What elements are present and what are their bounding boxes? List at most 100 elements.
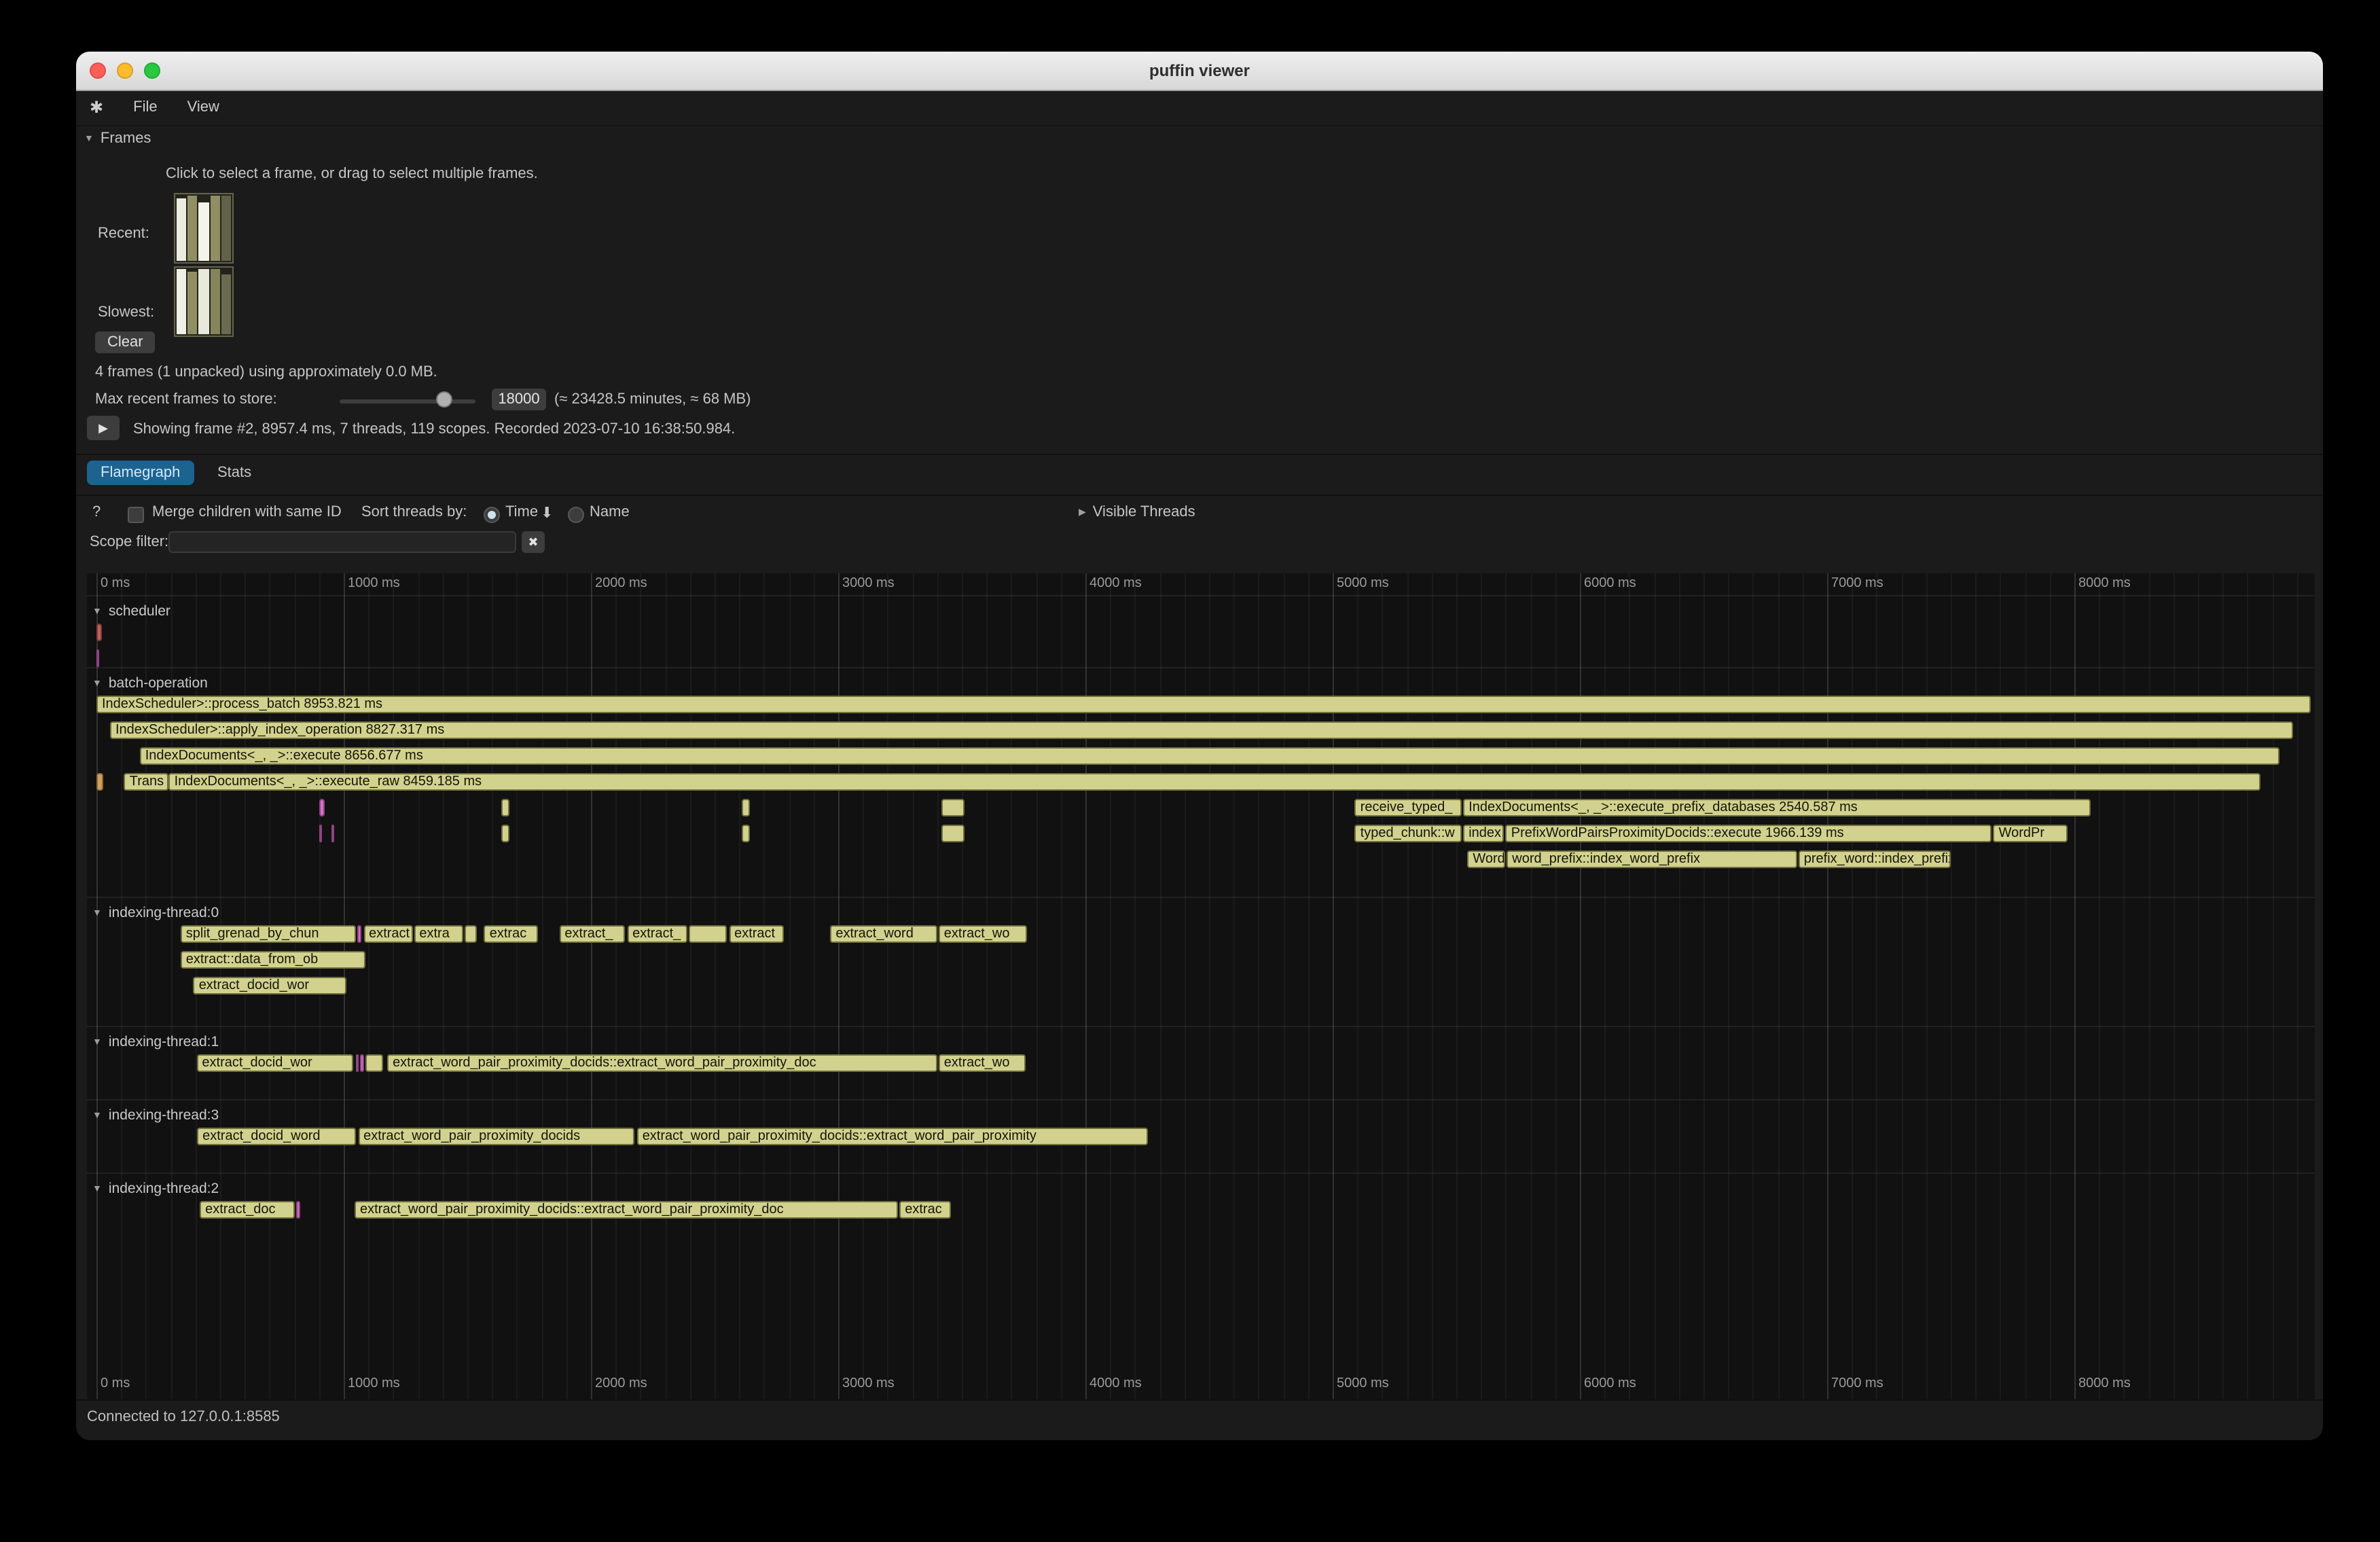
- flamegraph-canvas[interactable]: 0 ms0 ms1000 ms1000 ms2000 ms2000 ms3000…: [87, 573, 2315, 1399]
- scope-bar[interactable]: extract: [363, 925, 412, 943]
- scope-bar[interactable]: [96, 773, 103, 791]
- scope-bar[interactable]: [96, 624, 101, 641]
- scope-bar[interactable]: [742, 825, 750, 842]
- thread-header[interactable]: ▼indexing-thread:3: [92, 1107, 219, 1124]
- visible-threads-toggle[interactable]: ▶ Visible Threads: [1079, 504, 1195, 520]
- merge-children-label[interactable]: Merge children with same ID: [152, 504, 342, 520]
- scope-bar[interactable]: [742, 799, 750, 817]
- scope-bar[interactable]: extrac: [899, 1201, 951, 1219]
- scope-bar[interactable]: [355, 1054, 359, 1072]
- scope-bar[interactable]: IndexDocuments<_, _>::execute_raw 8459.1…: [169, 773, 2260, 791]
- scope-bar[interactable]: [942, 825, 964, 842]
- frame-thumbnail-bar[interactable]: [177, 269, 186, 334]
- sort-direction-icon[interactable]: ⬇: [541, 504, 553, 522]
- scope-bar[interactable]: split_grenad_by_chun: [181, 925, 356, 943]
- menu-file[interactable]: File: [133, 99, 157, 115]
- sort-time-label[interactable]: Time: [505, 504, 538, 520]
- clear-frames-button[interactable]: Clear: [95, 331, 156, 353]
- title-bar[interactable]: puffin viewer: [76, 52, 2323, 91]
- scope-bar[interactable]: [502, 825, 510, 842]
- scope-bar[interactable]: [365, 1054, 383, 1072]
- max-frames-value[interactable]: 18000: [492, 389, 546, 410]
- scope-bar[interactable]: index: [1463, 825, 1504, 842]
- frame-thumbnail-bar[interactable]: [187, 272, 197, 334]
- frames-section-header[interactable]: ▼ Frames: [84, 130, 151, 147]
- theme-toggle-icon[interactable]: ✱: [90, 98, 103, 117]
- radio-sort-name[interactable]: [568, 507, 584, 523]
- scope-bar[interactable]: extract_word_pair_proximity_docids::extr…: [387, 1054, 937, 1072]
- fullscreen-window-button[interactable]: [144, 62, 160, 79]
- frame-thumbnail-bar[interactable]: [210, 196, 219, 261]
- thread-header[interactable]: ▼indexing-thread:2: [92, 1181, 219, 1197]
- scope-bar[interactable]: extract_: [627, 925, 687, 943]
- scope-bar[interactable]: IndexScheduler>::apply_index_operation 8…: [110, 721, 2292, 739]
- frame-thumbnail-bar[interactable]: [199, 202, 209, 261]
- frame-thumbnail-bar[interactable]: [221, 274, 231, 334]
- help-button[interactable]: ?: [92, 504, 101, 520]
- scope-bar[interactable]: [360, 1054, 363, 1072]
- max-frames-slider-knob[interactable]: [436, 391, 452, 408]
- recent-frames-thumbnail[interactable]: [174, 193, 234, 264]
- scope-bar[interactable]: extract_doc: [200, 1201, 294, 1219]
- scope-bar[interactable]: extract_word: [830, 925, 937, 943]
- play-button[interactable]: ▶: [87, 416, 120, 440]
- scope-bar[interactable]: extract_word_pair_proximity_docids::extr…: [637, 1128, 1148, 1145]
- scope-bar[interactable]: extract_wo: [939, 925, 1027, 943]
- scope-bar[interactable]: Word: [1467, 850, 1505, 868]
- menu-view[interactable]: View: [187, 99, 219, 115]
- scope-bar[interactable]: [319, 825, 323, 842]
- scope-bar[interactable]: extract_wo: [939, 1054, 1026, 1072]
- scope-bar[interactable]: WordPr: [1994, 825, 2067, 842]
- scope-bar[interactable]: [295, 1201, 300, 1219]
- scope-bar[interactable]: [357, 925, 362, 943]
- scope-bar[interactable]: [502, 799, 510, 817]
- time-tick-label: 6000 ms: [1584, 1376, 1636, 1391]
- scope-bar[interactable]: extract_docid_wor: [196, 1054, 353, 1072]
- scope-bar[interactable]: IndexDocuments<_, _>::execute 8656.677 m…: [140, 747, 2280, 765]
- thread-header[interactable]: ▼batch-operation: [92, 675, 208, 692]
- frame-thumbnail-bar[interactable]: [199, 269, 209, 334]
- scope-bar[interactable]: [319, 799, 325, 817]
- scope-bar[interactable]: extract_: [559, 925, 626, 943]
- thread-header[interactable]: ▼scheduler: [92, 603, 170, 620]
- minimize-window-button[interactable]: [117, 62, 133, 79]
- scope-bar[interactable]: [96, 649, 100, 667]
- scope-bar[interactable]: [465, 925, 477, 943]
- scope-filter-input[interactable]: [168, 531, 516, 553]
- thread-header[interactable]: ▼indexing-thread:1: [92, 1034, 219, 1050]
- frame-thumbnail-bar[interactable]: [177, 199, 186, 261]
- scope-bar[interactable]: extract_docid_wor: [194, 977, 346, 994]
- scope-bar[interactable]: extract_word_pair_proximity_docids: [358, 1128, 634, 1145]
- sort-name-label[interactable]: Name: [590, 504, 630, 520]
- scope-bar[interactable]: [688, 925, 727, 943]
- scope-bar[interactable]: prefix_word::index_prefix_wo: [1799, 850, 1951, 868]
- clear-filter-button[interactable]: ✖: [522, 531, 545, 553]
- scope-bar[interactable]: [942, 799, 964, 817]
- thread-header[interactable]: ▼indexing-thread:0: [92, 905, 219, 921]
- scope-bar[interactable]: IndexDocuments<_, _>::execute_prefix_dat…: [1463, 799, 2091, 817]
- scope-bar[interactable]: receive_typed_: [1355, 799, 1462, 817]
- scope-bar[interactable]: IndexScheduler>::process_batch 8953.821 …: [96, 696, 2310, 713]
- frame-thumbnail-bar[interactable]: [221, 196, 231, 261]
- scope-bar[interactable]: Trans: [124, 773, 168, 791]
- frame-thumbnail-bar[interactable]: [187, 196, 197, 261]
- scope-bar[interactable]: PrefixWordPairsProximityDocids::execute …: [1506, 825, 1992, 842]
- scope-bar[interactable]: extra: [414, 925, 463, 943]
- scope-bar[interactable]: extract: [729, 925, 785, 943]
- scope-bar[interactable]: extract::data_from_ob: [181, 951, 365, 969]
- scope-bar[interactable]: word_prefix::index_word_prefix: [1507, 850, 1797, 868]
- tab-stats[interactable]: Stats: [204, 461, 265, 485]
- slowest-frames-thumbnail[interactable]: [174, 266, 234, 337]
- scope-bar-label: extract_word_pair_proximity_docids::extr…: [638, 1129, 1036, 1144]
- frame-thumbnail-bar[interactable]: [210, 269, 219, 334]
- scope-bar[interactable]: [331, 825, 334, 842]
- merge-children-checkbox[interactable]: [128, 507, 144, 523]
- tab-flamegraph[interactable]: Flamegraph: [87, 461, 194, 485]
- radio-sort-time[interactable]: [484, 507, 500, 523]
- scope-bar[interactable]: extrac: [484, 925, 539, 943]
- max-frames-slider[interactable]: [340, 399, 475, 404]
- scope-bar[interactable]: extract_word_pair_proximity_docids::extr…: [355, 1201, 898, 1219]
- scope-bar[interactable]: extract_docid_word: [197, 1128, 355, 1145]
- scope-bar[interactable]: typed_chunk::w: [1355, 825, 1462, 842]
- close-window-button[interactable]: [90, 62, 106, 79]
